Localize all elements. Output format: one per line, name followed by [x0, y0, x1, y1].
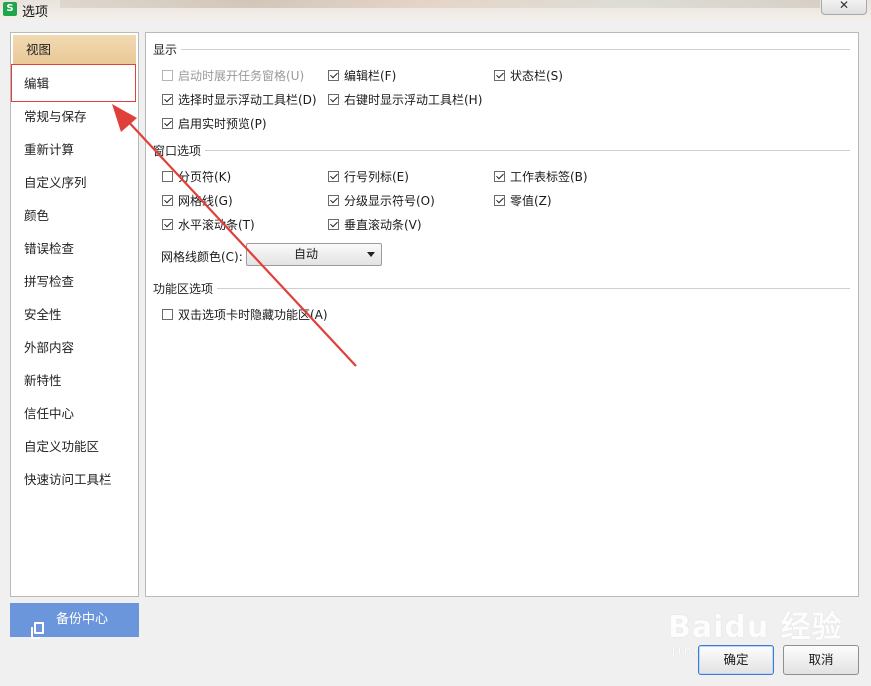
annotation-arrow	[112, 104, 357, 367]
ok-button[interactable]: 确定	[698, 645, 774, 675]
watermark-main: Baidu 经验	[668, 610, 843, 645]
cancel-button[interactable]: 取消	[783, 645, 859, 675]
arrow-shaft	[123, 116, 357, 367]
